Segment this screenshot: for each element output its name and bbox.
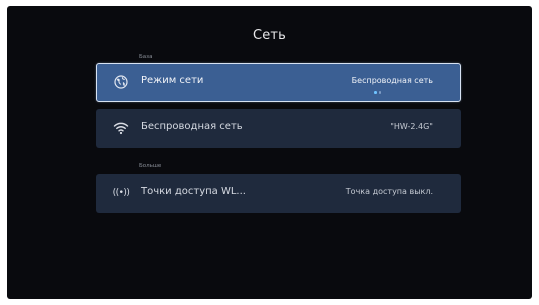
globe-icon (113, 74, 129, 90)
wireless-network-row[interactable]: Беспроводная сеть "HW-2.4G" (96, 109, 461, 148)
network-mode-label: Режим сети (141, 75, 204, 86)
option-dot (378, 91, 381, 94)
hotspot-row[interactable]: ((•)) Точки доступа WL... Точка доступа … (96, 174, 461, 213)
network-mode-row[interactable]: Режим сети Беспроводная сеть (96, 63, 461, 102)
hotspot-label: Точки доступа WL... (141, 186, 246, 197)
hotspot-value: Точка доступа выкл. (345, 187, 433, 196)
wireless-network-label: Беспроводная сеть (141, 121, 243, 132)
section-label-basic: База (139, 54, 153, 60)
network-mode-value: Беспроводная сеть (351, 76, 433, 85)
wireless-network-value: "HW-2.4G" (390, 122, 433, 131)
section-label-more: Больше (139, 163, 162, 169)
network-settings-panel: Сеть База Режим сети Беспроводная сеть Б… (7, 6, 532, 299)
hotspot-icon: ((•)) (112, 188, 130, 198)
option-indicator-dots (374, 91, 381, 94)
wifi-icon (113, 120, 129, 136)
page-title: Сеть (252, 28, 287, 43)
tv-screen: Сеть База Режим сети Беспроводная сеть Б… (0, 0, 539, 305)
option-dot-active (374, 91, 377, 94)
